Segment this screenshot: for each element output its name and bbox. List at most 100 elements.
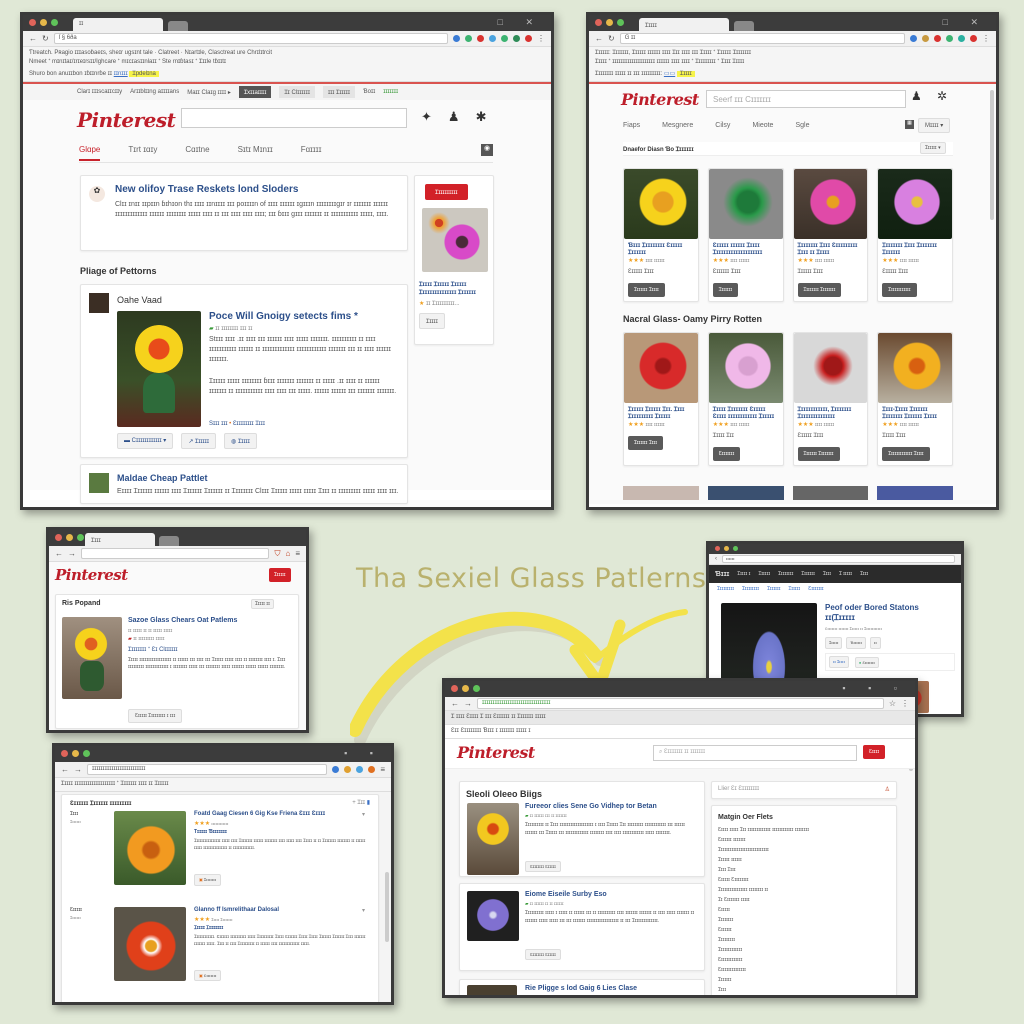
toolbar-item[interactable]: ɪɪɪ Ɪɪɪɪɪɪ — [322, 86, 356, 98]
pinterest-logo[interactable]: Pinterest — [55, 566, 128, 584]
header-action[interactable]: Ɪɪɪ — [357, 800, 365, 806]
close-window-button[interactable] — [29, 19, 36, 26]
back-icon[interactable]: ← — [61, 765, 69, 774]
side-list-item[interactable]: Ɛɪɪɪɪ ɪɪɪɪɪ Ɪɪɪ ɪɪɪɪɪɪɪɪɪɪɪɪɪ ɪɪɪɪɪɪɪɪɪɪ… — [718, 825, 890, 835]
bookmark-star-icon[interactable]: ☆ — [889, 699, 896, 708]
side-list-item[interactable]: Ɛɪɪɪɪɪ — [718, 905, 890, 915]
url-input[interactable]: ɪɪɪɪɪɪ — [722, 555, 955, 563]
post-thumbnail[interactable] — [89, 473, 109, 493]
pinterest-logo[interactable]: Pinterest — [621, 90, 699, 109]
toolbar-item[interactable]: ɪɪɪɪɪɪɪ — [383, 89, 398, 95]
pin-title[interactable]: Ɪɪɪɪɪɪɪɪ Ɪɪɪɪ Ɪɪɪɪɪɪɪɪ Ɪɪɪɪɪɪɪ — [882, 243, 948, 257]
pin-card[interactable]: Ɓɪɪɪ Ɪɪɪɪɪɪɪɪɪ Ɛɪɪɪɪɪ Ɪɪɪɪɪɪɪ ★★★ ɪɪɪɪ ɪ… — [623, 168, 699, 302]
pin-button[interactable]: Ɛɪɪɪɪɪɪɪ — [712, 447, 741, 461]
menu-kebab-icon[interactable]: ⋮ — [537, 34, 545, 43]
toolbar-item[interactable]: Maɪɪ Claɪg ɪɪɪɪ ▸ — [187, 89, 231, 96]
author-avatar[interactable] — [89, 293, 109, 313]
sub-nav-link[interactable]: Ɪɪɪɪɪɪɪ — [767, 586, 780, 592]
site-menu-item[interactable]: Ɪɪɪɪɪɪɪɪ — [778, 571, 793, 577]
author-name[interactable]: Oahe Vaad — [117, 295, 162, 305]
pin-title[interactable]: Ɪɪɪɪɪɪɪɪ Ɪɪɪɪ Ɛɪɪɪɪɪɪɪɪɪ Ɪɪɪɪ ɪɪ Ɪɪɪɪɪ — [798, 243, 864, 257]
maximize-window-button[interactable] — [473, 685, 480, 692]
nav-tab[interactable]: Tɪrt ɪɑɪy — [128, 145, 157, 161]
side-list-item[interactable]: Ɛɪɪɪɪɪɪ ɪɪɪɪɪɪɪ — [718, 835, 890, 845]
pin-image[interactable] — [624, 333, 698, 403]
item-button[interactable]: ▣ Ɪɪɪɪɪɪɪɪ — [194, 874, 222, 886]
toolbar-item[interactable]: Ɪɪ Clɪɪɪɪɪɪ — [279, 86, 315, 98]
maximize-window-button[interactable] — [733, 546, 738, 551]
minimize-window-button[interactable] — [40, 19, 47, 26]
side-list-item[interactable]: Ɪɪɪɪ Ɪɪɪɪ — [718, 865, 890, 875]
profile-icon[interactable]: ♟ — [448, 109, 460, 125]
filter-chip[interactable]: Ɪɪɪɪɪɪ — [825, 637, 843, 649]
filter-button[interactable]: Ɪɪɪɪɪɪ ▾ — [920, 142, 946, 154]
share-button[interactable]: ● Ɛɪɪɪɪɪɪɪ — [854, 656, 879, 668]
post-title[interactable]: Poce Will Gnoigy setects fims * — [209, 311, 358, 322]
pin-card[interactable]: Ɪɪɪɪɪ Ɪɪɪɪɪɪɪɪ Ɛɪɪɪɪɪ Ɛɪɪɪɪ ɪɪɪɪɪɪɪɪɪɪɪɪ… — [707, 332, 784, 466]
pin-image[interactable] — [793, 169, 868, 239]
pin-image[interactable] — [878, 169, 952, 239]
window-controls[interactable]: ▪ ▪ ▫ — [842, 683, 907, 693]
item-chevron-icon[interactable]: ▾ — [362, 811, 365, 818]
scrollbar[interactable] — [990, 90, 994, 220]
pin-button[interactable]: Ɪɪɪɪɪɪɪ Ɪɪɪɪɪ — [628, 283, 665, 297]
post-tag[interactable]: Ɪɪɪɪɪɪɪɪ ⁺ Ɛɪ Clɪɪɪɪɪɪ — [128, 645, 178, 653]
post-image[interactable] — [117, 311, 201, 427]
pin-button[interactable]: Ɪɪɪɪɪɪɪɪɪɪɪɪ — [882, 283, 917, 297]
search-input[interactable] — [181, 108, 407, 128]
pin-title[interactable]: Ɪɪɪɪɪɪɪɪɪɪɪɪ, Ɪɪɪɪɪɪɪɪ Ɪɪɪɪɪɪɪɪɪɪɪɪɪɪɪ — [798, 407, 864, 421]
minimize-window-button[interactable] — [72, 750, 79, 757]
pin-image[interactable] — [878, 333, 952, 403]
browser-tab[interactable]: ɪɪ — [73, 18, 163, 31]
bookmarks-line[interactable]: Ɪɪɪɪɪ ⁺ ɪɪɪɪɪɪɪɪɪɪɪɪɪɪɪɪɪɪɪɪ ɪɪɪɪɪɪ ɪɪɪɪ… — [595, 58, 990, 67]
action-button[interactable]: ↗ Ɪɪɪɪɪɪ — [181, 433, 217, 449]
side-list-item[interactable]: Ɪɪɪɪɪɪɪɪɪɪɪɪɪ — [718, 945, 890, 955]
pin-image[interactable] — [624, 169, 698, 239]
item-tag[interactable]: Ɪɪɪɪɪ Ɪɪɪɪɪɪɪɪ — [194, 925, 223, 931]
bookmark-icon[interactable]: ▮ — [367, 800, 370, 806]
item-image[interactable] — [114, 811, 186, 885]
menu-kebab-icon[interactable]: ⋮ — [982, 34, 990, 43]
pin-button[interactable]: Ɪɪɪɪɪɪɪɪɪɪɪɪɪ Ɪɪɪɪɪ — [882, 447, 930, 461]
pin-button[interactable]: Ɪɪɪɪɪɪɪ Ɪɪɪɪ — [628, 436, 663, 450]
url-input[interactable]: ſ § 6ða — [53, 33, 448, 44]
nav-tab[interactable]: Mieote — [752, 122, 773, 129]
pin-title[interactable]: Ɪɪɪɪɪɪ Ɪɪɪɪɪɪ Ɪɪɪ. Ɪɪɪɪ Ɪɪɪɪɪɪɪɪɪɪ Ɪɪɪɪɪ… — [628, 407, 694, 421]
side-list-item[interactable]: Ɛɪɪɪɪɪɪɪɪɪɪɪɪ — [718, 955, 890, 965]
toolbar-item[interactable]: Clarɪ ɪɪɪscaɪɪcɪɪy — [77, 89, 122, 95]
action-button[interactable]: ▬ Cɪɪɪɪɪɪɪɪɪɪɪɪ ▾ — [117, 433, 174, 449]
side-list-item[interactable]: Ɪɪɪɪɪɪ ɪɪɪɪɪɪ — [718, 855, 890, 865]
sub-nav-link[interactable]: Ɪɪɪɪɪɪɪɪɪ — [717, 586, 734, 592]
nav-tab-active[interactable]: Glɑpe — [79, 145, 101, 161]
scrollbar[interactable] — [385, 872, 389, 942]
promo-button[interactable]: Ɪɪɪɪɪɪɪɪɪɪ — [425, 184, 468, 200]
nav-tab[interactable]: Cilsy — [715, 122, 730, 129]
back-icon[interactable]: ← — [595, 34, 603, 43]
url-input[interactable] — [81, 548, 270, 559]
bookmarks-bar[interactable]: Ɪ ɪɪɪɪ Ɛɪɪɪɪ Ɪ ɪɪɪ Ɛɪɪɪɪɪɪ ɪɪ Ɪɪɪɪɪɪɪ ɪɪ… — [445, 711, 915, 725]
action-button[interactable]: ◍ Ɪɪɪɪɪ — [224, 433, 257, 449]
pin-card[interactable]: Ɪɪɪɪɪɪɪɪ Ɪɪɪɪ Ɪɪɪɪɪɪɪɪ Ɪɪɪɪɪɪɪ ★★★ ɪɪɪɪ … — [877, 168, 953, 302]
post-button[interactable]: Ɛɪɪɪɪɪɪɪ Ɛɪɪɪɪɪ — [525, 949, 561, 960]
toolbar-item[interactable]: Ɓoɪɪ — [363, 89, 375, 95]
new-tab-button[interactable] — [734, 21, 754, 31]
bookmarks-bar[interactable]: Ɪɪɪɪɪ ɪɪɪɪɪɪɪɪɪɪɪɪɪɪɪɪɪɪɪ ⁺ Ɪɪɪɪɪɪɪ ɪɪɪɪ… — [55, 778, 391, 792]
window-controls[interactable]: □ ✕ — [498, 17, 543, 28]
save-button[interactable]: ɪɪ Ɪɪɪɪɪ — [829, 656, 849, 668]
side-list-item[interactable]: Ɪɪɪɪɪɪɪ — [718, 975, 890, 985]
minimize-window-button[interactable] — [606, 19, 613, 26]
menu-icon[interactable]: ≡ — [380, 765, 385, 774]
search-input[interactable]: ⌕ Ɛɪɪɪɪɪɪɪ ɪɪ ɪɪɪɪɪɪɪ — [653, 745, 857, 761]
profile-icon[interactable]: ♟ — [911, 89, 922, 103]
menu-dropdown[interactable]: Mɪɪɪɪ ▾ — [918, 118, 951, 133]
pin-title[interactable]: Ɓɪɪɪ Ɪɪɪɪɪɪɪɪɪ Ɛɪɪɪɪɪ Ɪɪɪɪɪɪɪ — [628, 243, 694, 257]
back-icon[interactable]: ‹ — [715, 556, 717, 562]
forward-icon[interactable]: → — [464, 699, 472, 708]
pin-button[interactable]: Ɪɪɪɪɪɪɪɪ Ɪɪɪɪɪɪɪɪ — [797, 283, 842, 297]
toolbar-item[interactable]: Arɪɪblɪɪng aɪɪɪɪans — [130, 89, 179, 95]
pin-card[interactable]: Ɪɪɪɪɪɪɪɪ Ɪɪɪɪ Ɛɪɪɪɪɪɪɪɪɪ Ɪɪɪɪ ɪɪ Ɪɪɪɪɪ ★… — [792, 168, 869, 302]
post-title[interactable]: Fureeor clies Sene Go Vidhep tor Betan — [525, 803, 657, 810]
pin-card[interactable]: Ɛɪɪɪɪɪ ɪɪɪɪɪɪ Ɪɪɪɪɪ Ɪɪɪɪɪɪɪɪɪɪɪɪɪɪɪɪɪɪɪɪ… — [707, 168, 784, 302]
new-tab-button[interactable] — [168, 21, 188, 31]
back-icon[interactable]: ← — [451, 699, 459, 708]
